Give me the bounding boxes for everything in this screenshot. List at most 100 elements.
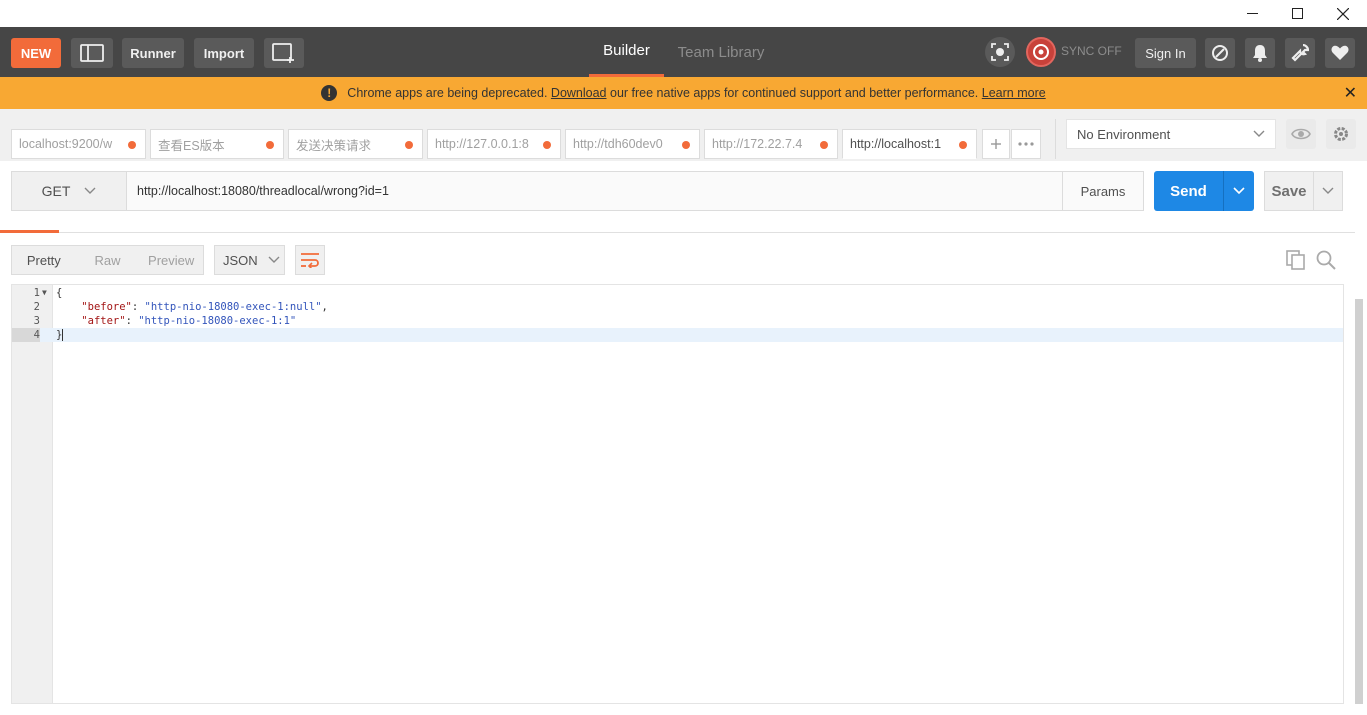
- plus-icon: [991, 139, 1001, 149]
- chevron-down-icon: [1253, 130, 1265, 137]
- unsaved-dot: [405, 141, 413, 149]
- unsaved-dot: [682, 141, 690, 149]
- code-line: 1 ▼ {: [12, 286, 1343, 300]
- send-options-button[interactable]: [1223, 171, 1254, 211]
- json-value: "http-nio-18080-exec-1:null": [144, 301, 322, 313]
- chevron-down-icon: [268, 256, 280, 263]
- language-select[interactable]: JSON: [214, 245, 285, 275]
- save-options-button[interactable]: [1313, 171, 1343, 211]
- banner-close-button[interactable]: ✕: [1344, 83, 1357, 103]
- banner-text-middle: our free native apps for continued suppo…: [610, 86, 979, 100]
- warning-icon: !: [321, 85, 338, 101]
- unsaved-dot: [543, 141, 551, 149]
- request-tabs-bar: localhost:9200/w 查看ES版本 发送决策请求 http://12…: [0, 109, 1367, 161]
- scrollbar[interactable]: [1355, 299, 1363, 704]
- json-value: "http-nio-18080-exec-1:1": [138, 315, 297, 327]
- minimize-button[interactable]: [1229, 0, 1275, 27]
- close-icon: [1337, 7, 1349, 20]
- request-tab[interactable]: http://tdh60dev0: [565, 129, 700, 159]
- sync-status-label: SYNC OFF: [1061, 44, 1122, 58]
- json-separator: :: [125, 315, 139, 327]
- request-tab[interactable]: 发送决策请求: [288, 129, 423, 159]
- request-builder: GET http://localhost:18080/threadlocal/w…: [0, 161, 1367, 221]
- learn-more-link[interactable]: Learn more: [982, 86, 1046, 100]
- line-number: 1: [33, 287, 40, 299]
- maximize-button[interactable]: [1274, 0, 1320, 27]
- sidebar-icon: [80, 44, 104, 62]
- tab-builder[interactable]: Builder: [589, 27, 664, 77]
- heart-button[interactable]: [1325, 38, 1355, 68]
- import-button[interactable]: Import: [194, 38, 254, 68]
- new-window-button[interactable]: [264, 38, 304, 68]
- url-input[interactable]: http://localhost:18080/threadlocal/wrong…: [127, 171, 1063, 211]
- unsaved-dot: [128, 141, 136, 149]
- app-header: NEW Runner Import Builder Team Library S…: [0, 27, 1367, 77]
- more-tabs-button[interactable]: [1011, 129, 1041, 159]
- eye-icon: [1291, 128, 1311, 140]
- runner-button[interactable]: Runner: [122, 38, 184, 68]
- window-titlebar: [0, 0, 1367, 27]
- settings-button[interactable]: [1285, 38, 1315, 68]
- request-tab-label: http://172.22.7.4: [712, 137, 803, 151]
- code-text: {: [56, 286, 62, 300]
- satellite-button[interactable]: [1205, 38, 1235, 68]
- interceptor-button[interactable]: [985, 37, 1015, 67]
- request-tab-label: http://tdh60dev0: [573, 137, 663, 151]
- manage-environments-button[interactable]: [1326, 119, 1356, 149]
- request-tab-label: localhost:9200/w: [19, 137, 113, 151]
- ellipsis-icon: [1018, 142, 1034, 146]
- code-line-active: 4 }: [12, 328, 1343, 342]
- toggle-sidebar-button[interactable]: [71, 38, 113, 68]
- open-brace: {: [56, 287, 63, 299]
- line-number: 3: [33, 315, 40, 327]
- deprecation-banner: ! Chrome apps are being deprecated. Down…: [0, 77, 1367, 109]
- wrap-lines-button[interactable]: [295, 245, 325, 275]
- save-button[interactable]: Save: [1264, 171, 1314, 211]
- json-comma: ,: [321, 301, 328, 313]
- code-line: 2 "before": "http-nio-18080-exec-1:null"…: [12, 300, 1343, 314]
- request-tab[interactable]: localhost:9200/w: [11, 129, 146, 159]
- banner-text-before: Chrome apps are being deprecated.: [347, 86, 548, 100]
- active-section-indicator: [0, 230, 59, 233]
- notifications-button[interactable]: [1245, 38, 1275, 68]
- sync-status-icon[interactable]: [1026, 37, 1056, 67]
- close-window-button[interactable]: [1320, 0, 1366, 27]
- response-format-tabs: Pretty Raw Preview: [11, 245, 204, 275]
- fold-toggle-icon[interactable]: ▼: [42, 286, 47, 300]
- wrench-icon: [1291, 44, 1309, 62]
- new-button[interactable]: NEW: [11, 38, 61, 68]
- json-key: "before": [81, 301, 132, 313]
- environment-quick-look-button[interactable]: [1286, 119, 1316, 149]
- new-window-icon: [272, 43, 294, 63]
- chevron-down-icon: [1322, 187, 1334, 194]
- code-text: "after": "http-nio-18080-exec-1:1": [56, 314, 296, 328]
- heart-icon: [1331, 45, 1349, 60]
- tab-pretty[interactable]: Pretty: [12, 246, 76, 274]
- send-button[interactable]: Send: [1154, 171, 1223, 211]
- request-tab[interactable]: 查看ES版本: [150, 129, 284, 159]
- copy-button[interactable]: [1285, 249, 1307, 271]
- method-select[interactable]: GET: [11, 171, 127, 211]
- request-tab-active[interactable]: http://localhost:1: [842, 129, 977, 159]
- tab-team-library[interactable]: Team Library: [671, 27, 771, 77]
- add-tab-button[interactable]: [982, 129, 1010, 159]
- divider: [1055, 119, 1056, 159]
- request-tab-label: 发送决策请求: [296, 138, 372, 153]
- request-tab-label: http://127.0.0.1:8: [435, 137, 529, 151]
- download-link[interactable]: Download: [551, 86, 607, 100]
- satellite-icon: [1212, 45, 1228, 61]
- sign-in-button[interactable]: Sign In: [1135, 38, 1196, 68]
- request-tab[interactable]: http://172.22.7.4: [704, 129, 838, 159]
- search-button[interactable]: [1315, 249, 1337, 271]
- params-button[interactable]: Params: [1062, 171, 1144, 211]
- tab-raw[interactable]: Raw: [76, 246, 140, 274]
- gear-icon: [1334, 127, 1348, 141]
- code-text: }: [56, 328, 64, 342]
- minimize-icon: [1246, 13, 1258, 14]
- copy-icon: [1286, 250, 1305, 270]
- tab-preview[interactable]: Preview: [139, 246, 203, 274]
- request-tab[interactable]: http://127.0.0.1:8: [427, 129, 561, 159]
- response-body-editor[interactable]: 1 ▼ { 2 "before": "http-nio-18080-exec-1…: [11, 284, 1344, 704]
- satellite-capture-icon: [991, 43, 1009, 61]
- environment-select[interactable]: No Environment: [1066, 119, 1276, 149]
